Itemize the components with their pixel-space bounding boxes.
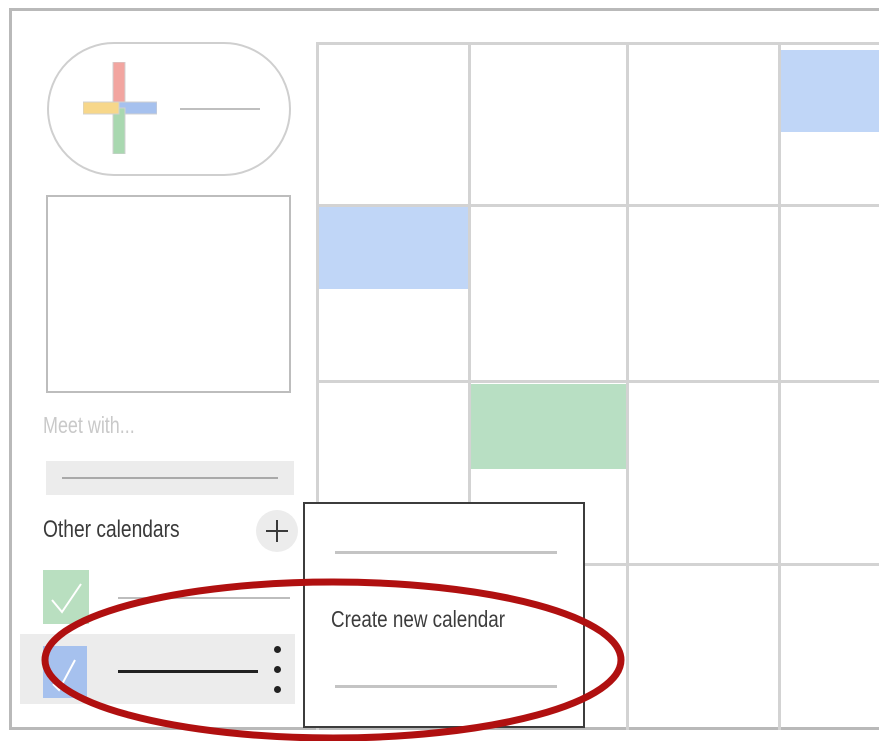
other-calendars-title: Other calendars: [43, 516, 180, 543]
calendar-event[interactable]: [781, 50, 879, 132]
calendar-list-item[interactable]: [20, 634, 295, 704]
calendar-name: [118, 597, 290, 599]
add-calendar-menu: Create new calendar: [303, 502, 585, 728]
meet-with-input[interactable]: Meet with...: [43, 412, 135, 439]
search-people-field[interactable]: [46, 461, 294, 495]
menu-item[interactable]: [335, 685, 557, 688]
calendar-name: [118, 670, 258, 673]
multicolor-plus-icon: [83, 62, 157, 154]
check-icon: [51, 583, 82, 614]
create-button[interactable]: [47, 42, 291, 176]
create-new-calendar-menu-item[interactable]: Create new calendar: [331, 606, 505, 633]
create-button-label: [180, 108, 260, 110]
search-people-placeholder: [62, 477, 278, 479]
calendar-event[interactable]: [318, 207, 469, 289]
check-icon: [52, 659, 76, 692]
calendar-checkbox[interactable]: [43, 570, 89, 624]
calendar-event[interactable]: [471, 384, 626, 469]
calendar-checkbox[interactable]: [43, 646, 87, 698]
menu-item[interactable]: [335, 551, 557, 554]
calendar-list-item[interactable]: [20, 566, 295, 636]
add-other-calendar-button[interactable]: [256, 510, 298, 552]
mini-calendar[interactable]: [46, 195, 291, 393]
more-options-icon[interactable]: [271, 646, 283, 698]
